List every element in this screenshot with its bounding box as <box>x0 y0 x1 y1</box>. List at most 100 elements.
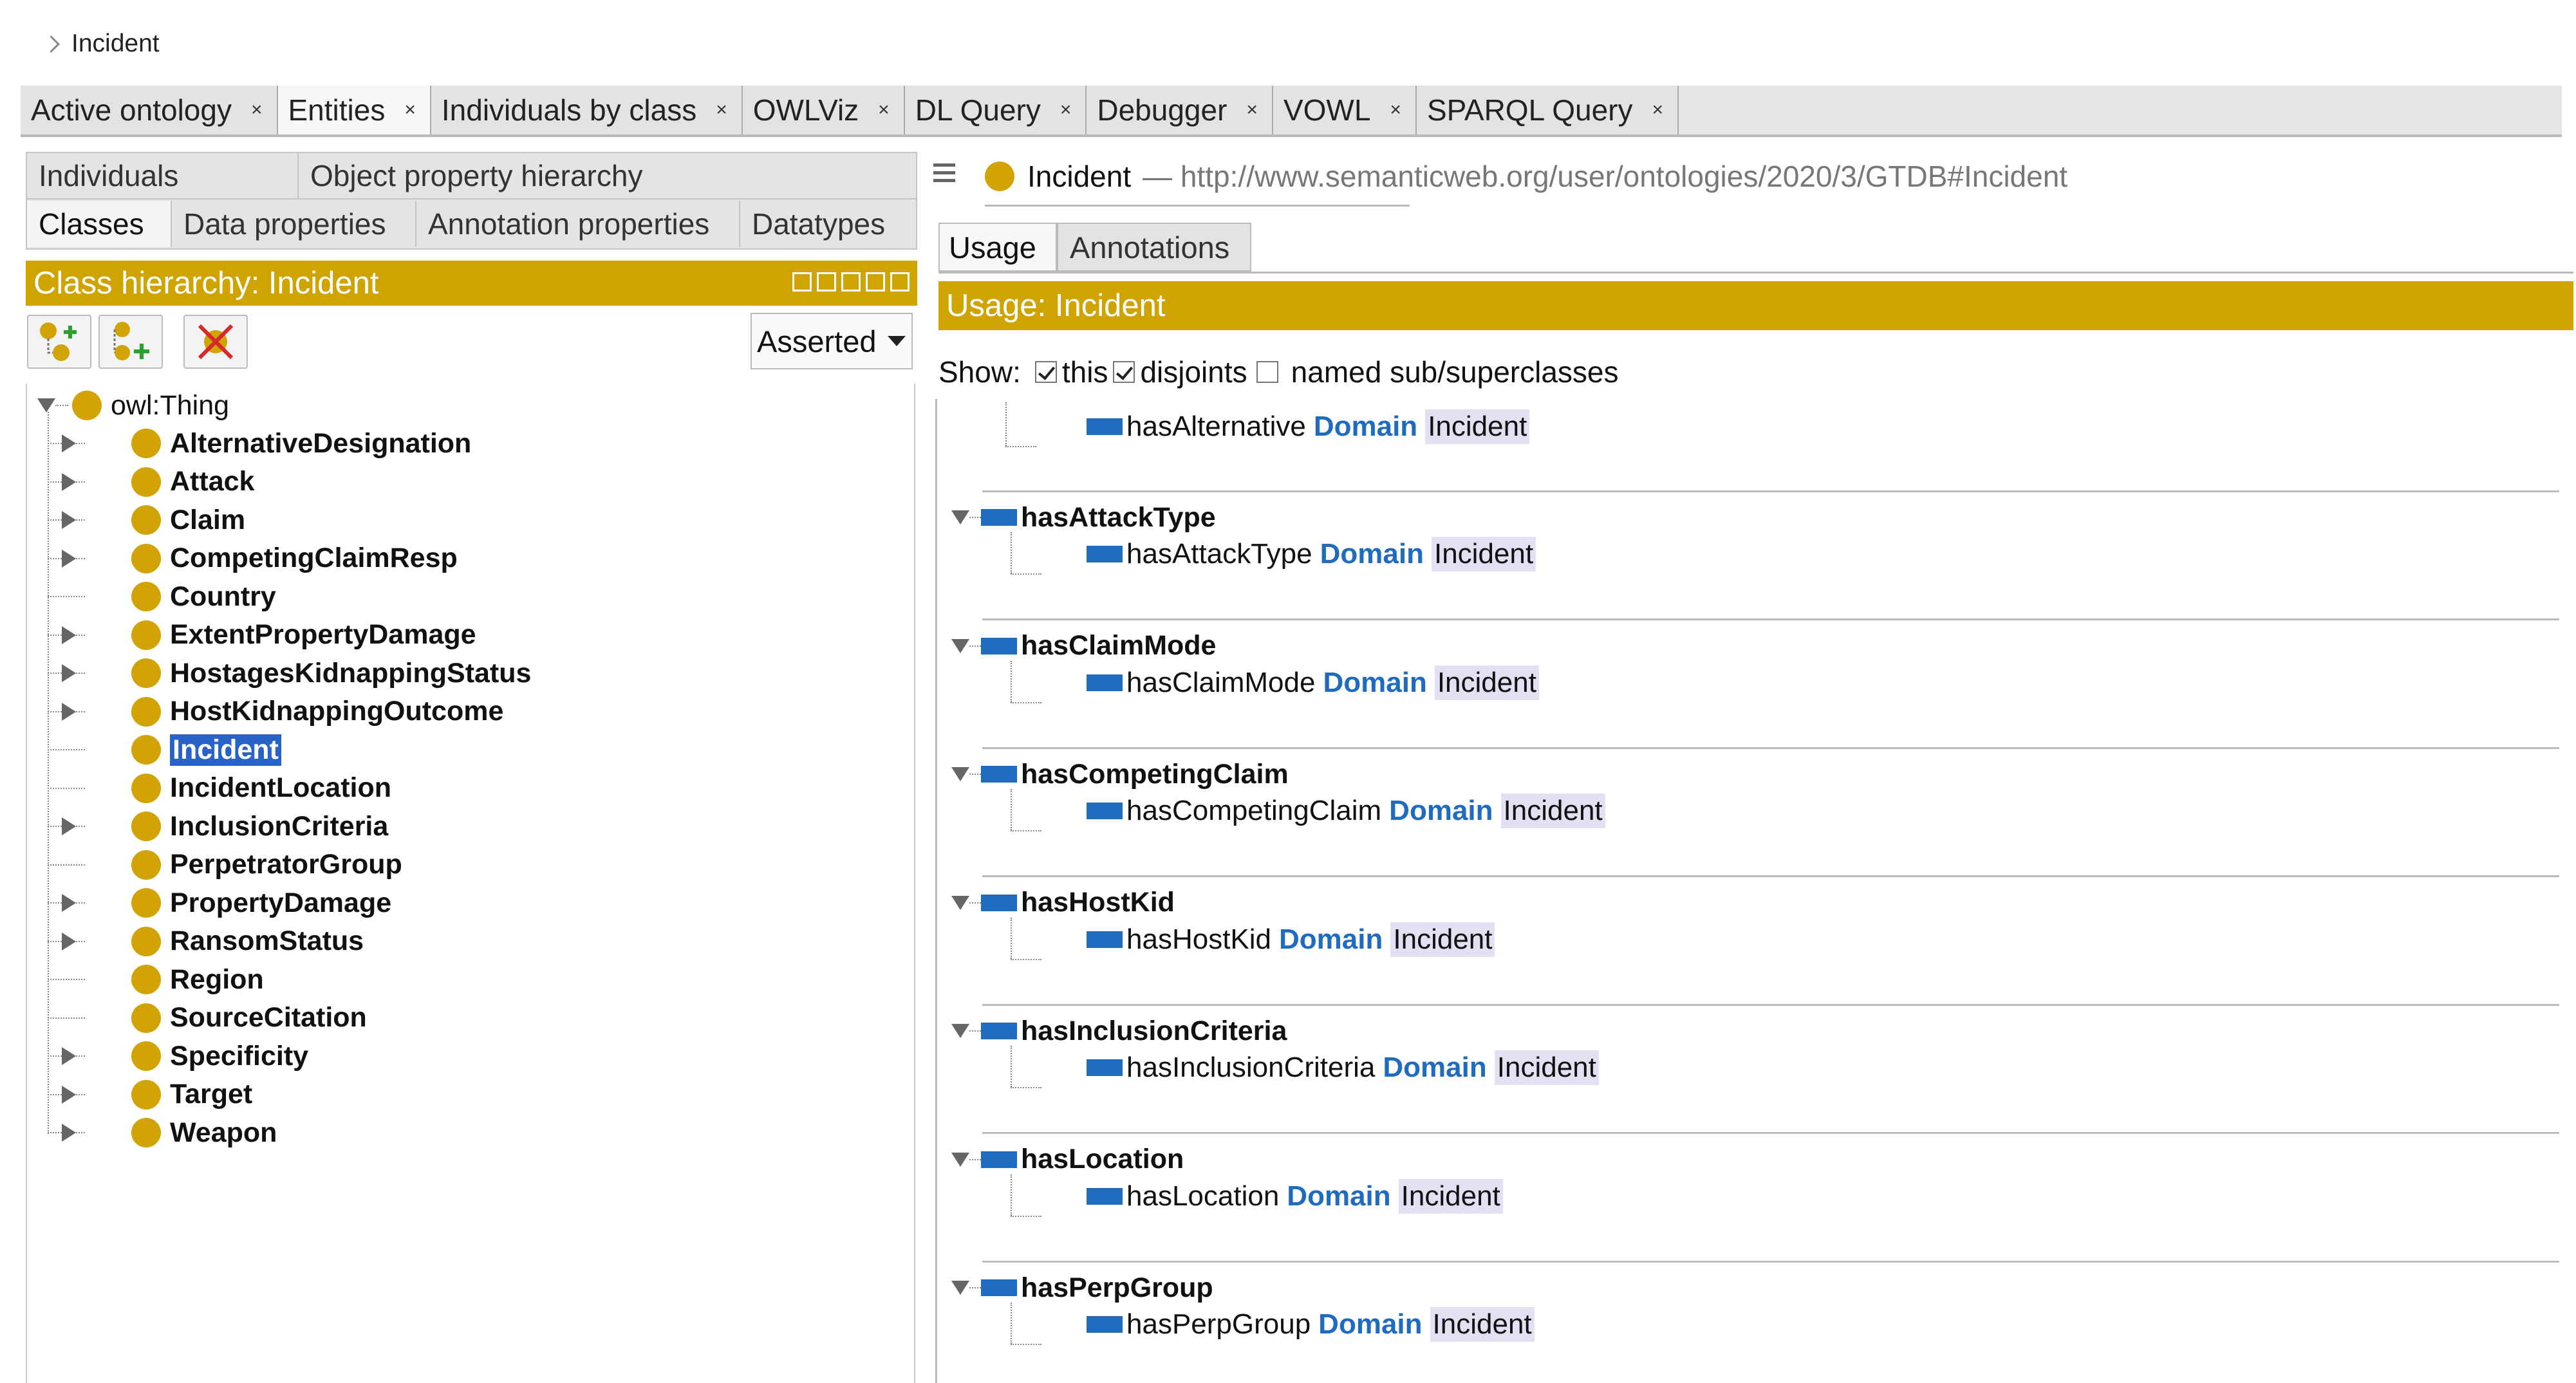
entity-name: Incident <box>1027 160 1132 193</box>
split-horizontal-icon[interactable] <box>841 272 861 292</box>
collapse-triangle-icon[interactable] <box>951 767 969 781</box>
disjoints-checkbox[interactable] <box>1113 361 1135 383</box>
close-icon[interactable]: × <box>716 99 727 121</box>
tab-usage[interactable]: Usage <box>938 223 1057 272</box>
close-icon[interactable]: × <box>1060 99 1072 121</box>
collapse-triangle-icon[interactable] <box>37 398 55 413</box>
this-checkbox[interactable] <box>1034 361 1057 383</box>
close-icon[interactable]: × <box>1246 99 1258 121</box>
expand-triangle-icon[interactable] <box>62 1124 76 1142</box>
tab-entities[interactable]: Entities × <box>277 86 431 135</box>
tree-item[interactable]: CompetingClaimResp <box>48 540 458 577</box>
tree-item[interactable]: PropertyDamage <box>48 884 391 922</box>
usage-item[interactable]: hasLocation Domain Incident <box>1087 1176 1503 1216</box>
close-view-icon[interactable] <box>890 272 910 292</box>
collapse-triangle-icon[interactable] <box>951 1152 969 1167</box>
tree-item[interactable]: Region <box>48 961 264 998</box>
usage-group-header[interactable]: hasPerpGroup <box>951 1269 1213 1306</box>
usage-item[interactable]: hasAlternative Domain Incident <box>1087 407 1530 447</box>
tree-item[interactable]: Weapon <box>48 1114 277 1151</box>
usage-item[interactable]: hasClaimMode Domain Incident <box>1087 663 1539 703</box>
collapse-triangle-icon[interactable] <box>951 510 969 524</box>
tree-item[interactable]: IncidentLocation <box>48 770 391 807</box>
usage-group-header[interactable]: hasCompetingClaim <box>951 756 1289 793</box>
tree-item[interactable]: SourceCitation <box>48 999 367 1037</box>
usage-group-header[interactable]: hasLocation <box>951 1141 1184 1178</box>
add-sibling-button[interactable] <box>98 315 163 369</box>
collapse-triangle-icon[interactable] <box>951 1024 969 1038</box>
subtab-datatypes[interactable]: Datatypes <box>740 201 916 247</box>
usage-item[interactable]: hasInclusionCriteria Domain Incident <box>1087 1048 1599 1088</box>
tab-dl-query[interactable]: DL Query × <box>904 86 1087 135</box>
usage-group-header[interactable]: hasAttackType <box>951 499 1216 536</box>
expand-triangle-icon[interactable] <box>62 817 76 835</box>
close-icon[interactable]: × <box>1652 99 1664 121</box>
tree-item[interactable]: Country <box>48 578 276 615</box>
subtab-data-properties[interactable]: Data properties <box>172 201 416 247</box>
subtab-individuals[interactable]: Individuals <box>27 153 299 200</box>
hierarchy-mode-value: Asserted <box>757 324 877 358</box>
tree-item[interactable]: PerpetratorGroup <box>48 846 402 884</box>
delete-class-button[interactable] <box>183 315 248 369</box>
breadcrumb[interactable]: Incident <box>41 23 160 64</box>
tree-item[interactable]: HostagesKidnappingStatus <box>48 654 531 692</box>
tree-item[interactable]: Specificity <box>48 1037 308 1075</box>
expand-triangle-icon[interactable] <box>62 549 76 568</box>
tab-owlviz[interactable]: OWLViz × <box>742 86 905 135</box>
tab-sparql-query[interactable]: SPARQL Query × <box>1416 86 1679 135</box>
collapse-triangle-icon[interactable] <box>951 1281 969 1295</box>
tab-vowl[interactable]: VOWL × <box>1273 86 1417 135</box>
usage-item[interactable]: hasHostKid Domain Incident <box>1087 920 1495 960</box>
tab-individuals-by-class[interactable]: Individuals by class × <box>431 86 743 135</box>
help-icon[interactable] <box>792 272 812 292</box>
tab-active-ontology[interactable]: Active ontology × <box>21 86 278 135</box>
usage-group-header[interactable]: hasInclusionCriteria <box>951 1012 1287 1050</box>
tree-item[interactable]: AlternativeDesignation <box>48 425 471 462</box>
tree-item[interactable]: Target <box>48 1076 252 1113</box>
usage-item[interactable]: hasAttackType Domain Incident <box>1087 534 1536 574</box>
expand-triangle-icon[interactable] <box>62 626 76 644</box>
expand-triangle-icon[interactable] <box>62 434 76 452</box>
subtab-classes[interactable]: Classes <box>27 201 172 247</box>
main-tab-bar: Active ontology × Entities × Individuals b… <box>21 86 2562 137</box>
tree-root-owl-thing[interactable]: owl:Thing <box>37 387 229 424</box>
tree-item[interactable]: InclusionCriteria <box>48 808 388 845</box>
hierarchy-mode-select[interactable]: Asserted <box>751 313 913 369</box>
add-subclass-button[interactable] <box>27 315 91 369</box>
usage-item[interactable]: hasPerpGroup Domain Incident <box>1087 1304 1535 1344</box>
tree-item[interactable]: ExtentPropertyDamage <box>48 617 476 654</box>
expand-triangle-icon[interactable] <box>62 1047 76 1065</box>
tree-item[interactable]: HostKidnappingOutcome <box>48 693 503 730</box>
named-subsuperclasses-checkbox[interactable] <box>1256 361 1278 383</box>
expand-triangle-icon[interactable] <box>62 664 76 682</box>
close-icon[interactable]: × <box>1390 99 1401 121</box>
expand-triangle-icon[interactable] <box>62 511 76 529</box>
property-name: hasInclusionCriteria <box>1021 1015 1287 1046</box>
subtab-annotation-properties[interactable]: Annotation properties <box>416 201 740 247</box>
property-name: hasClaimMode <box>1126 666 1316 698</box>
tree-item[interactable]: RansomStatus <box>48 923 364 960</box>
usage-item[interactable]: hasCompetingClaim Domain Incident <box>1087 791 1605 831</box>
subtab-object-property-hierarchy[interactable]: Object property hierarchy <box>299 153 916 200</box>
expand-triangle-icon[interactable] <box>62 1085 76 1104</box>
object-property-icon <box>1087 546 1123 562</box>
expand-triangle-icon[interactable] <box>62 472 76 491</box>
collapse-triangle-icon[interactable] <box>951 638 969 653</box>
tab-debugger[interactable]: Debugger × <box>1087 86 1273 135</box>
expand-triangle-icon[interactable] <box>62 894 76 912</box>
close-icon[interactable]: × <box>251 99 263 121</box>
maximize-icon[interactable] <box>866 272 885 292</box>
split-vertical-icon[interactable] <box>817 272 836 292</box>
usage-group-header[interactable]: hasHostKid <box>951 884 1175 922</box>
close-icon[interactable]: × <box>404 99 416 121</box>
close-icon[interactable]: × <box>878 99 890 121</box>
usage-group-header[interactable]: hasClaimMode <box>951 627 1216 665</box>
tree-item[interactable]: Incident <box>48 731 281 768</box>
tree-item[interactable]: Claim <box>48 501 245 539</box>
expand-triangle-icon[interactable] <box>62 702 76 721</box>
collapse-triangle-icon[interactable] <box>951 895 969 910</box>
expand-triangle-icon[interactable] <box>62 932 76 951</box>
tree-item[interactable]: Attack <box>48 463 254 501</box>
hamburger-menu-icon[interactable] <box>933 161 955 183</box>
tab-annotations[interactable]: Annotations <box>1057 223 1251 272</box>
